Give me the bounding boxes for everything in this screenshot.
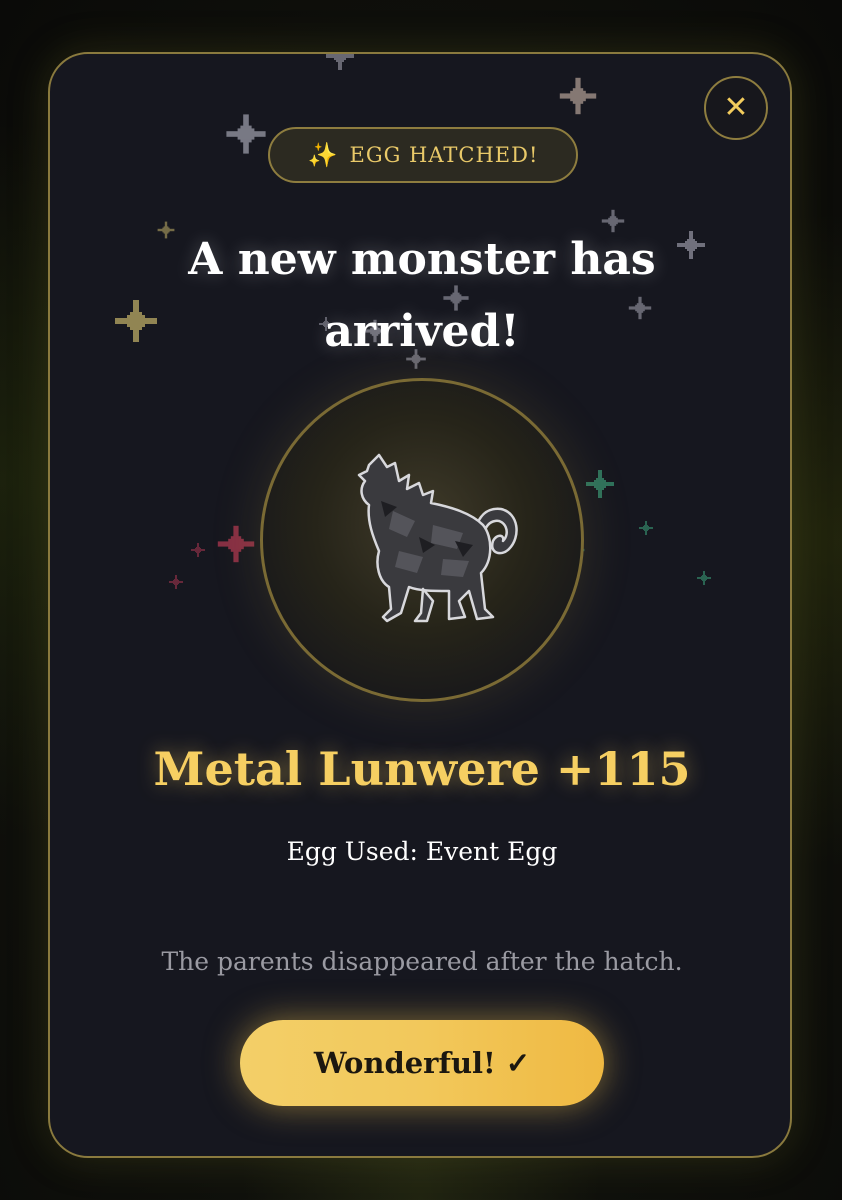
monster-name: Metal Lunwere +115 [153,742,691,796]
parents-disappeared-note: The parents disappeared after the hatch. [161,947,683,976]
headline-line-2: arrived! [324,306,520,357]
monster-portrait [260,378,584,702]
howling-wolf-sprite [357,453,518,623]
wonderful-button[interactable]: Wonderful! ✓ [240,1020,604,1106]
headline-line-1: A new monster has [188,234,656,285]
close-icon: ✕ [723,90,749,125]
headline: A new monster has arrived! [110,224,734,368]
egg-used-text: Egg Used: Event Egg [286,837,558,866]
badge-label: EGG HATCHED! [349,143,539,167]
sparkles-icon: ✨ [307,141,338,169]
egg-hatched-badge: ✨ EGG HATCHED! [268,127,578,183]
hatch-result-modal: ✕ ✨ EGG HATCHED! A new monster has arriv… [48,52,792,1158]
close-button[interactable]: ✕ [704,76,768,140]
wonderful-button-label: Wonderful! ✓ [313,1046,531,1080]
